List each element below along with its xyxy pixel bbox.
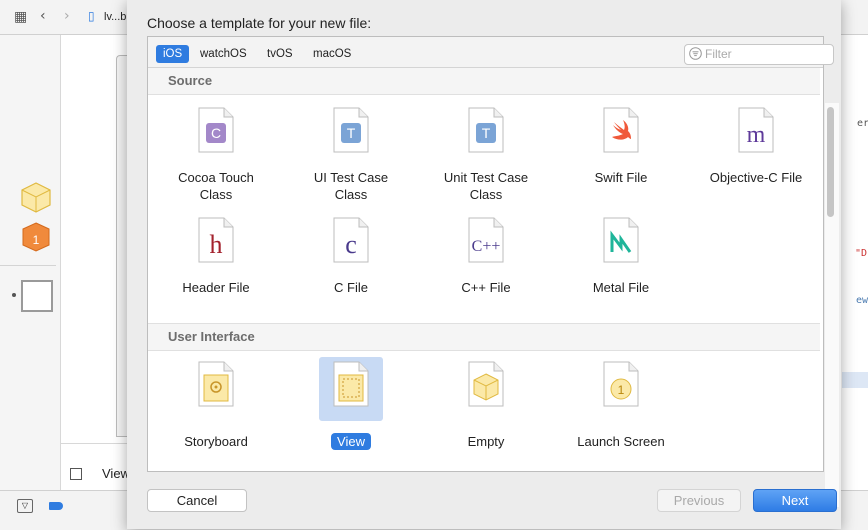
breadcrumb-file[interactable]: lv...b — [104, 11, 126, 23]
template-ui-test-case-class[interactable]: T UI Test Case Class — [283, 107, 419, 212]
template-label: Header File — [182, 280, 250, 295]
template-label: Metal File — [592, 280, 650, 295]
template-label: Swift File — [594, 170, 648, 185]
metal-file-icon — [603, 217, 639, 263]
svg-text:1: 1 — [33, 233, 40, 247]
file-icon: ▯ — [88, 9, 95, 23]
header-file-icon: h — [198, 217, 234, 263]
template-label: C++ File — [461, 280, 511, 295]
template-storyboard[interactable]: Storyboard — [148, 361, 284, 466]
template-cocoa-touch-class[interactable]: C Cocoa Touch Class — [148, 107, 284, 212]
platform-tab-bar: iOS watchOS tvOS macOS — [148, 37, 834, 68]
selected-template-label: View — [331, 433, 371, 450]
section-title: Source — [168, 73, 213, 88]
svg-text:c: c — [345, 230, 357, 259]
vertical-scrollbar[interactable] — [827, 107, 834, 217]
template-c-file[interactable]: c C File — [283, 217, 419, 322]
svg-text:1: 1 — [618, 383, 625, 397]
code-fragment: ew — [856, 295, 868, 306]
template-cpp-file[interactable]: C++ C++ File — [418, 217, 554, 322]
swift-file-icon — [603, 107, 639, 153]
svg-text:h: h — [210, 230, 223, 259]
template-swift-file[interactable]: Swift File — [553, 107, 689, 212]
filter-input[interactable] — [705, 46, 825, 62]
scene-label: View — [102, 466, 130, 481]
template-chooser-sheet: Choose a template for your new file: iOS… — [127, 0, 841, 529]
cpp-file-icon: C++ — [468, 217, 504, 263]
template-label: Unit Test Case Class — [443, 170, 529, 202]
tab-watchos[interactable]: watchOS — [193, 45, 254, 63]
hide-debug-icon[interactable]: ▽ — [17, 499, 33, 513]
launch-screen-cube-icon[interactable]: 1 — [21, 221, 51, 253]
svg-text:T: T — [482, 125, 491, 141]
template-label: Objective-C File — [709, 170, 803, 185]
breakpoint-icon[interactable] — [49, 502, 63, 510]
template-label: C File — [334, 280, 368, 295]
previous-button[interactable]: Previous — [657, 489, 741, 512]
template-label: View — [283, 433, 419, 450]
template-metal-file[interactable]: Metal File — [553, 217, 689, 322]
ui-test-case-class-icon: T — [333, 107, 369, 153]
canvas-footer: View — [66, 459, 130, 489]
objective-c-file-icon: m — [738, 107, 774, 153]
svg-text:C++: C++ — [472, 238, 501, 255]
sheet-title: Choose a template for your new file: — [147, 15, 372, 31]
section-title: User Interface — [168, 329, 255, 344]
tab-ios[interactable]: iOS — [156, 45, 190, 63]
filter-field[interactable] — [684, 44, 834, 65]
forward-arrow-icon[interactable]: › — [64, 8, 70, 24]
cocoa-touch-class-icon: C — [198, 107, 234, 153]
svg-text:C: C — [211, 125, 221, 141]
code-highlight — [842, 372, 868, 388]
section-header-user-interface: User Interface — [148, 323, 820, 351]
grid-icon[interactable]: ▦ — [14, 9, 27, 25]
template-objective-c-file[interactable]: m Objective-C File — [688, 107, 824, 212]
back-arrow-icon[interactable]: ‹ — [40, 8, 46, 24]
tab-tvos[interactable]: tvOS — [260, 45, 300, 63]
code-fragment: "D — [855, 248, 868, 259]
tab-macos[interactable]: macOS — [306, 45, 358, 63]
template-header-file[interactable]: h Header File — [148, 217, 284, 322]
template-unit-test-case-class[interactable]: T Unit Test Case Class — [418, 107, 554, 212]
next-button[interactable]: Next — [753, 489, 837, 512]
template-label: Storyboard — [184, 434, 248, 449]
cube-icon[interactable] — [19, 180, 53, 214]
empty-file-icon — [468, 361, 504, 407]
cancel-button[interactable]: Cancel — [147, 489, 247, 512]
storyboard-icon — [198, 361, 234, 407]
template-browser: iOS watchOS tvOS macOS Source C Coc — [147, 36, 839, 507]
template-view[interactable]: View — [283, 357, 419, 466]
template-launch-screen[interactable]: 1 Launch Screen — [553, 361, 689, 466]
svg-text:m: m — [747, 122, 766, 148]
indicator-dot — [12, 293, 16, 297]
c-file-icon: c — [333, 217, 369, 263]
template-label: Empty — [467, 434, 505, 449]
filter-icon — [689, 47, 702, 60]
template-label: Cocoa Touch Class — [178, 170, 254, 202]
view-object-icon[interactable] — [21, 280, 53, 312]
launch-screen-icon: 1 — [603, 361, 639, 407]
unit-test-case-class-icon: T — [468, 107, 504, 153]
sidebar-toggle-icon[interactable] — [70, 468, 82, 480]
code-fragment: er — [857, 118, 868, 129]
template-label: Launch Screen — [577, 434, 665, 449]
object-library-panel: 1 — [0, 35, 61, 490]
template-label: UI Test Case Class — [313, 170, 389, 202]
section-header-source: Source — [148, 68, 820, 95]
template-empty[interactable]: Empty — [418, 361, 554, 466]
view-file-icon — [333, 361, 369, 407]
svg-text:T: T — [347, 125, 356, 141]
